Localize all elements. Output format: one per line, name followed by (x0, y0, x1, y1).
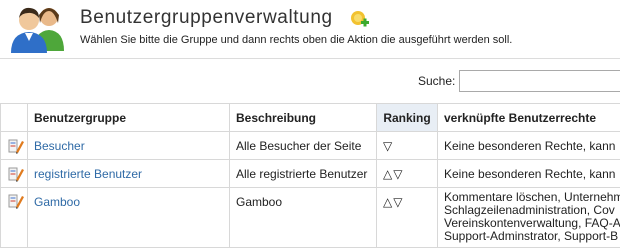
edit-group-icon[interactable] (7, 166, 25, 182)
ranking-down-icon[interactable]: ▽ (393, 195, 403, 209)
search-label: Suche: (418, 74, 456, 88)
group-link[interactable]: Besucher (34, 139, 85, 153)
column-header-ranking[interactable]: Ranking (376, 103, 438, 132)
column-header-rights[interactable]: verknüpfte Benutzerrechte (437, 103, 620, 132)
users-icon (11, 7, 64, 53)
group-description: Alle Besucher der Seite (229, 131, 377, 160)
table-row[interactable]: Gamboo Gamboo △▽ Kommentare löschen, Unt… (0, 187, 620, 248)
group-description: Gamboo (229, 187, 377, 248)
table-row[interactable]: Besucher Alle Besucher der Seite ▽ Keine… (0, 131, 620, 160)
rights-line: Support-Adminstrator, Support-B (444, 229, 619, 243)
groups-table: Benutzergruppe Beschreibung Ranking verk… (0, 103, 620, 248)
group-rights: Kommentare löschen, Unternehm Schlagzeil… (437, 187, 620, 248)
group-rights: Keine besonderen Rechte, kann (437, 159, 620, 188)
ranking-cell: △▽ (376, 159, 438, 188)
column-header-description[interactable]: Beschreibung (229, 103, 377, 132)
group-link[interactable]: Gamboo (34, 195, 80, 209)
group-description: Alle registrierte Benutzer (229, 159, 377, 188)
column-header-group[interactable]: Benutzergruppe (27, 103, 230, 132)
ranking-down-icon[interactable]: ▽ (393, 167, 403, 181)
group-name-cell[interactable]: registrierte Benutzer (27, 159, 230, 188)
ranking-up-icon[interactable]: △ (383, 195, 393, 209)
group-name-cell[interactable]: Gamboo (27, 187, 230, 248)
search-input[interactable] (459, 70, 620, 92)
row-icon-cell[interactable] (0, 131, 28, 160)
group-name-cell[interactable]: Besucher (27, 131, 230, 160)
group-rights: Keine besonderen Rechte, kann (437, 131, 620, 160)
row-icon-cell[interactable] (0, 159, 28, 188)
ranking-down-icon[interactable]: ▽ (383, 139, 393, 153)
column-header-icon (0, 103, 28, 132)
edit-group-icon[interactable] (7, 138, 25, 154)
header-divider (0, 58, 620, 59)
page-title: Benutzergruppenverwaltung (80, 7, 333, 28)
page-subtitle: Wählen Sie bitte die Gruppe und dann rec… (80, 34, 513, 46)
ranking-cell: △▽ (376, 187, 438, 248)
table-header-row: Benutzergruppe Beschreibung Ranking verk… (0, 103, 620, 132)
group-link[interactable]: registrierte Benutzer (34, 167, 142, 181)
ranking-up-icon[interactable]: △ (383, 167, 393, 181)
row-icon-cell[interactable] (0, 187, 28, 248)
ranking-cell: ▽ (376, 131, 438, 160)
add-group-icon[interactable] (350, 9, 370, 29)
page-header: Benutzergruppenverwaltung Wählen Sie bit… (0, 0, 620, 58)
edit-group-icon[interactable] (7, 193, 25, 209)
table-row[interactable]: registrierte Benutzer Alle registrierte … (0, 159, 620, 188)
